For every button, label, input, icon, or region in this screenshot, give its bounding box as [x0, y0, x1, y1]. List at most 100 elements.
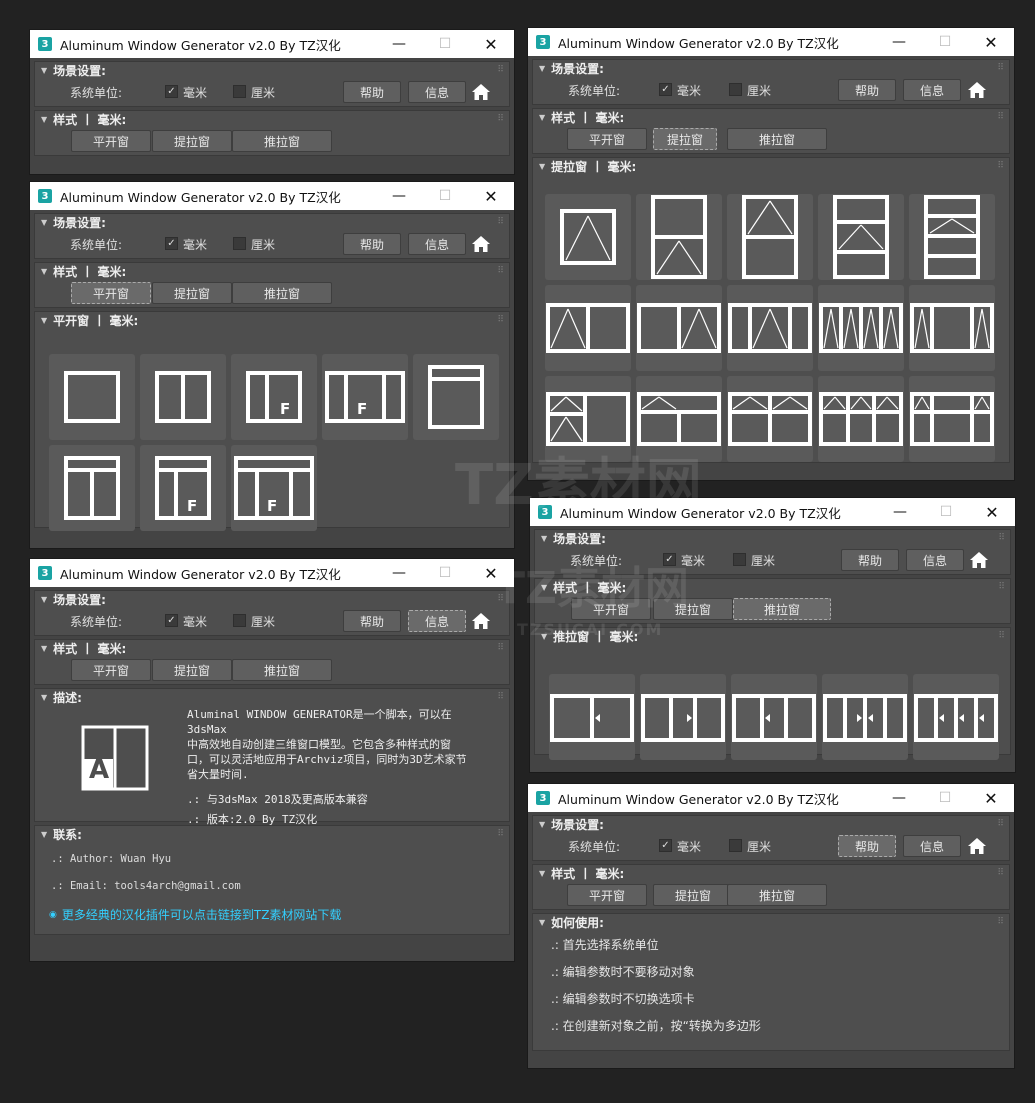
minimize-button[interactable]: —	[877, 498, 923, 526]
mm-checkbox[interactable]: ✓	[659, 83, 672, 96]
help-button[interactable]: 帮助	[343, 233, 401, 255]
maximize-button[interactable]: ☐	[923, 498, 969, 526]
hung-style-tile[interactable]	[636, 285, 722, 371]
rollout-header[interactable]: ▼ 样式 丨 毫米:	[35, 263, 509, 279]
mm-checkbox[interactable]: ✓	[165, 85, 178, 98]
title-bar[interactable]: 3 Aluminum Window Generator v2.0 By TZ汉化…	[530, 498, 1015, 526]
hung-style-tile[interactable]	[727, 194, 813, 280]
cm-checkbox[interactable]	[729, 839, 742, 852]
home-icon[interactable]	[469, 610, 493, 632]
email-text[interactable]: .: Email: tools4arch@gmail.com	[51, 880, 241, 892]
hung-button[interactable]: 提拉窗	[152, 659, 232, 681]
help-button[interactable]: 帮助	[343, 610, 401, 632]
sliding-button[interactable]: 推拉窗	[232, 130, 332, 152]
sliding-button[interactable]: 推拉窗	[727, 884, 827, 906]
rollout-header[interactable]: ▼ 样式 丨 毫米:	[35, 640, 509, 656]
minimize-button[interactable]: —	[376, 30, 422, 58]
rollout-header[interactable]: ▼ 场景设置:	[35, 591, 509, 607]
hung-button[interactable]: 提拉窗	[152, 282, 232, 304]
casement-style-tile[interactable]: F	[231, 445, 317, 531]
rollout-header[interactable]: ▼ 如何使用:	[533, 914, 1009, 930]
rollout-header[interactable]: ▼ 提拉窗 丨 毫米:	[533, 158, 1009, 174]
hung-style-tile[interactable]	[818, 194, 904, 280]
casement-button[interactable]: 平开窗	[71, 659, 151, 681]
title-bar[interactable]: 3 Aluminum Window Generator v2.0 By TZ汉化…	[30, 182, 514, 210]
home-icon[interactable]	[965, 79, 989, 101]
hung-style-tile[interactable]	[727, 285, 813, 371]
help-button[interactable]: 帮助	[838, 79, 896, 101]
close-button[interactable]: ✕	[969, 498, 1015, 526]
casement-style-tile[interactable]	[140, 354, 226, 440]
rollout-header[interactable]: ▼ 平开窗 丨 毫米:	[35, 312, 509, 328]
close-button[interactable]: ✕	[468, 30, 514, 58]
download-link-text[interactable]: 更多经典的汉化插件可以点击链接到TZ素材网站下载	[62, 906, 342, 923]
info-button[interactable]: 信息	[903, 835, 961, 857]
hung-style-tile[interactable]	[909, 376, 995, 462]
info-button[interactable]: 信息	[408, 233, 466, 255]
sliding-style-tile[interactable]	[913, 674, 999, 760]
casement-style-tile[interactable]: F	[140, 445, 226, 531]
rollout-header[interactable]: ▼ 样式 丨 毫米:	[35, 111, 509, 127]
help-button[interactable]: 帮助	[343, 81, 401, 103]
rollout-header[interactable]: ▼ 描述:	[35, 689, 509, 705]
rollout-header[interactable]: ▼ 场景设置:	[35, 214, 509, 230]
minimize-button[interactable]: —	[876, 28, 922, 56]
mm-checkbox[interactable]: ✓	[165, 237, 178, 250]
help-button[interactable]: 帮助	[838, 835, 896, 857]
hung-style-tile[interactable]	[818, 285, 904, 371]
hung-button[interactable]: 提拉窗	[653, 128, 717, 150]
sliding-style-tile[interactable]	[549, 674, 635, 760]
title-bar[interactable]: 3 Aluminum Window Generator v2.0 By TZ汉化…	[30, 559, 514, 587]
hung-style-tile[interactable]	[545, 194, 631, 280]
casement-button[interactable]: 平开窗	[71, 282, 151, 304]
sliding-style-tile[interactable]	[731, 674, 817, 760]
casement-style-tile[interactable]	[49, 354, 135, 440]
sliding-style-tile[interactable]	[822, 674, 908, 760]
rollout-header[interactable]: ▼ 场景设置:	[533, 816, 1009, 832]
info-button[interactable]: 信息	[906, 549, 964, 571]
cm-checkbox[interactable]	[733, 553, 746, 566]
maximize-button[interactable]: ☐	[422, 559, 468, 587]
hung-style-tile[interactable]	[545, 376, 631, 462]
cm-checkbox[interactable]	[233, 85, 246, 98]
maximize-button[interactable]: ☐	[422, 30, 468, 58]
sliding-button[interactable]: 推拉窗	[733, 598, 831, 620]
sliding-button[interactable]: 推拉窗	[232, 659, 332, 681]
hung-button[interactable]: 提拉窗	[653, 884, 733, 906]
sliding-style-tile[interactable]	[640, 674, 726, 760]
hung-style-tile[interactable]	[909, 194, 995, 280]
rollout-header[interactable]: ▼ 场景设置:	[535, 530, 1010, 546]
minimize-button[interactable]: —	[376, 182, 422, 210]
home-icon[interactable]	[469, 81, 493, 103]
mm-checkbox[interactable]: ✓	[165, 614, 178, 627]
casement-button[interactable]: 平开窗	[71, 130, 151, 152]
minimize-button[interactable]: —	[876, 784, 922, 812]
maximize-button[interactable]: ☐	[922, 784, 968, 812]
maximize-button[interactable]: ☐	[922, 28, 968, 56]
title-bar[interactable]: 3 Aluminum Window Generator v2.0 By TZ汉化…	[528, 28, 1014, 56]
hung-button[interactable]: 提拉窗	[653, 598, 733, 620]
info-button[interactable]: 信息	[903, 79, 961, 101]
hung-style-tile[interactable]	[636, 194, 722, 280]
help-button[interactable]: 帮助	[841, 549, 899, 571]
cm-checkbox[interactable]	[729, 83, 742, 96]
rollout-header[interactable]: ▼ 联系:	[35, 826, 509, 842]
casement-style-tile[interactable]	[49, 445, 135, 531]
info-button[interactable]: 信息	[408, 81, 466, 103]
hung-style-tile[interactable]	[727, 376, 813, 462]
rollout-header[interactable]: ▼ 场景设置:	[533, 60, 1009, 76]
close-button[interactable]: ✕	[468, 182, 514, 210]
rollout-header[interactable]: ▼ 场景设置:	[35, 62, 509, 78]
rollout-header[interactable]: ▼ 样式 丨 毫米:	[533, 865, 1009, 881]
rollout-header[interactable]: ▼ 样式 丨 毫米:	[533, 109, 1009, 125]
casement-button[interactable]: 平开窗	[571, 598, 651, 620]
hung-style-tile[interactable]	[909, 285, 995, 371]
title-bar[interactable]: 3 Aluminum Window Generator v2.0 By TZ汉化…	[30, 30, 514, 58]
casement-style-tile[interactable]: F	[231, 354, 317, 440]
cm-checkbox[interactable]	[233, 614, 246, 627]
home-icon[interactable]	[965, 835, 989, 857]
home-icon[interactable]	[967, 549, 991, 571]
hung-style-tile[interactable]	[818, 376, 904, 462]
mm-checkbox[interactable]: ✓	[659, 839, 672, 852]
minimize-button[interactable]: —	[376, 559, 422, 587]
